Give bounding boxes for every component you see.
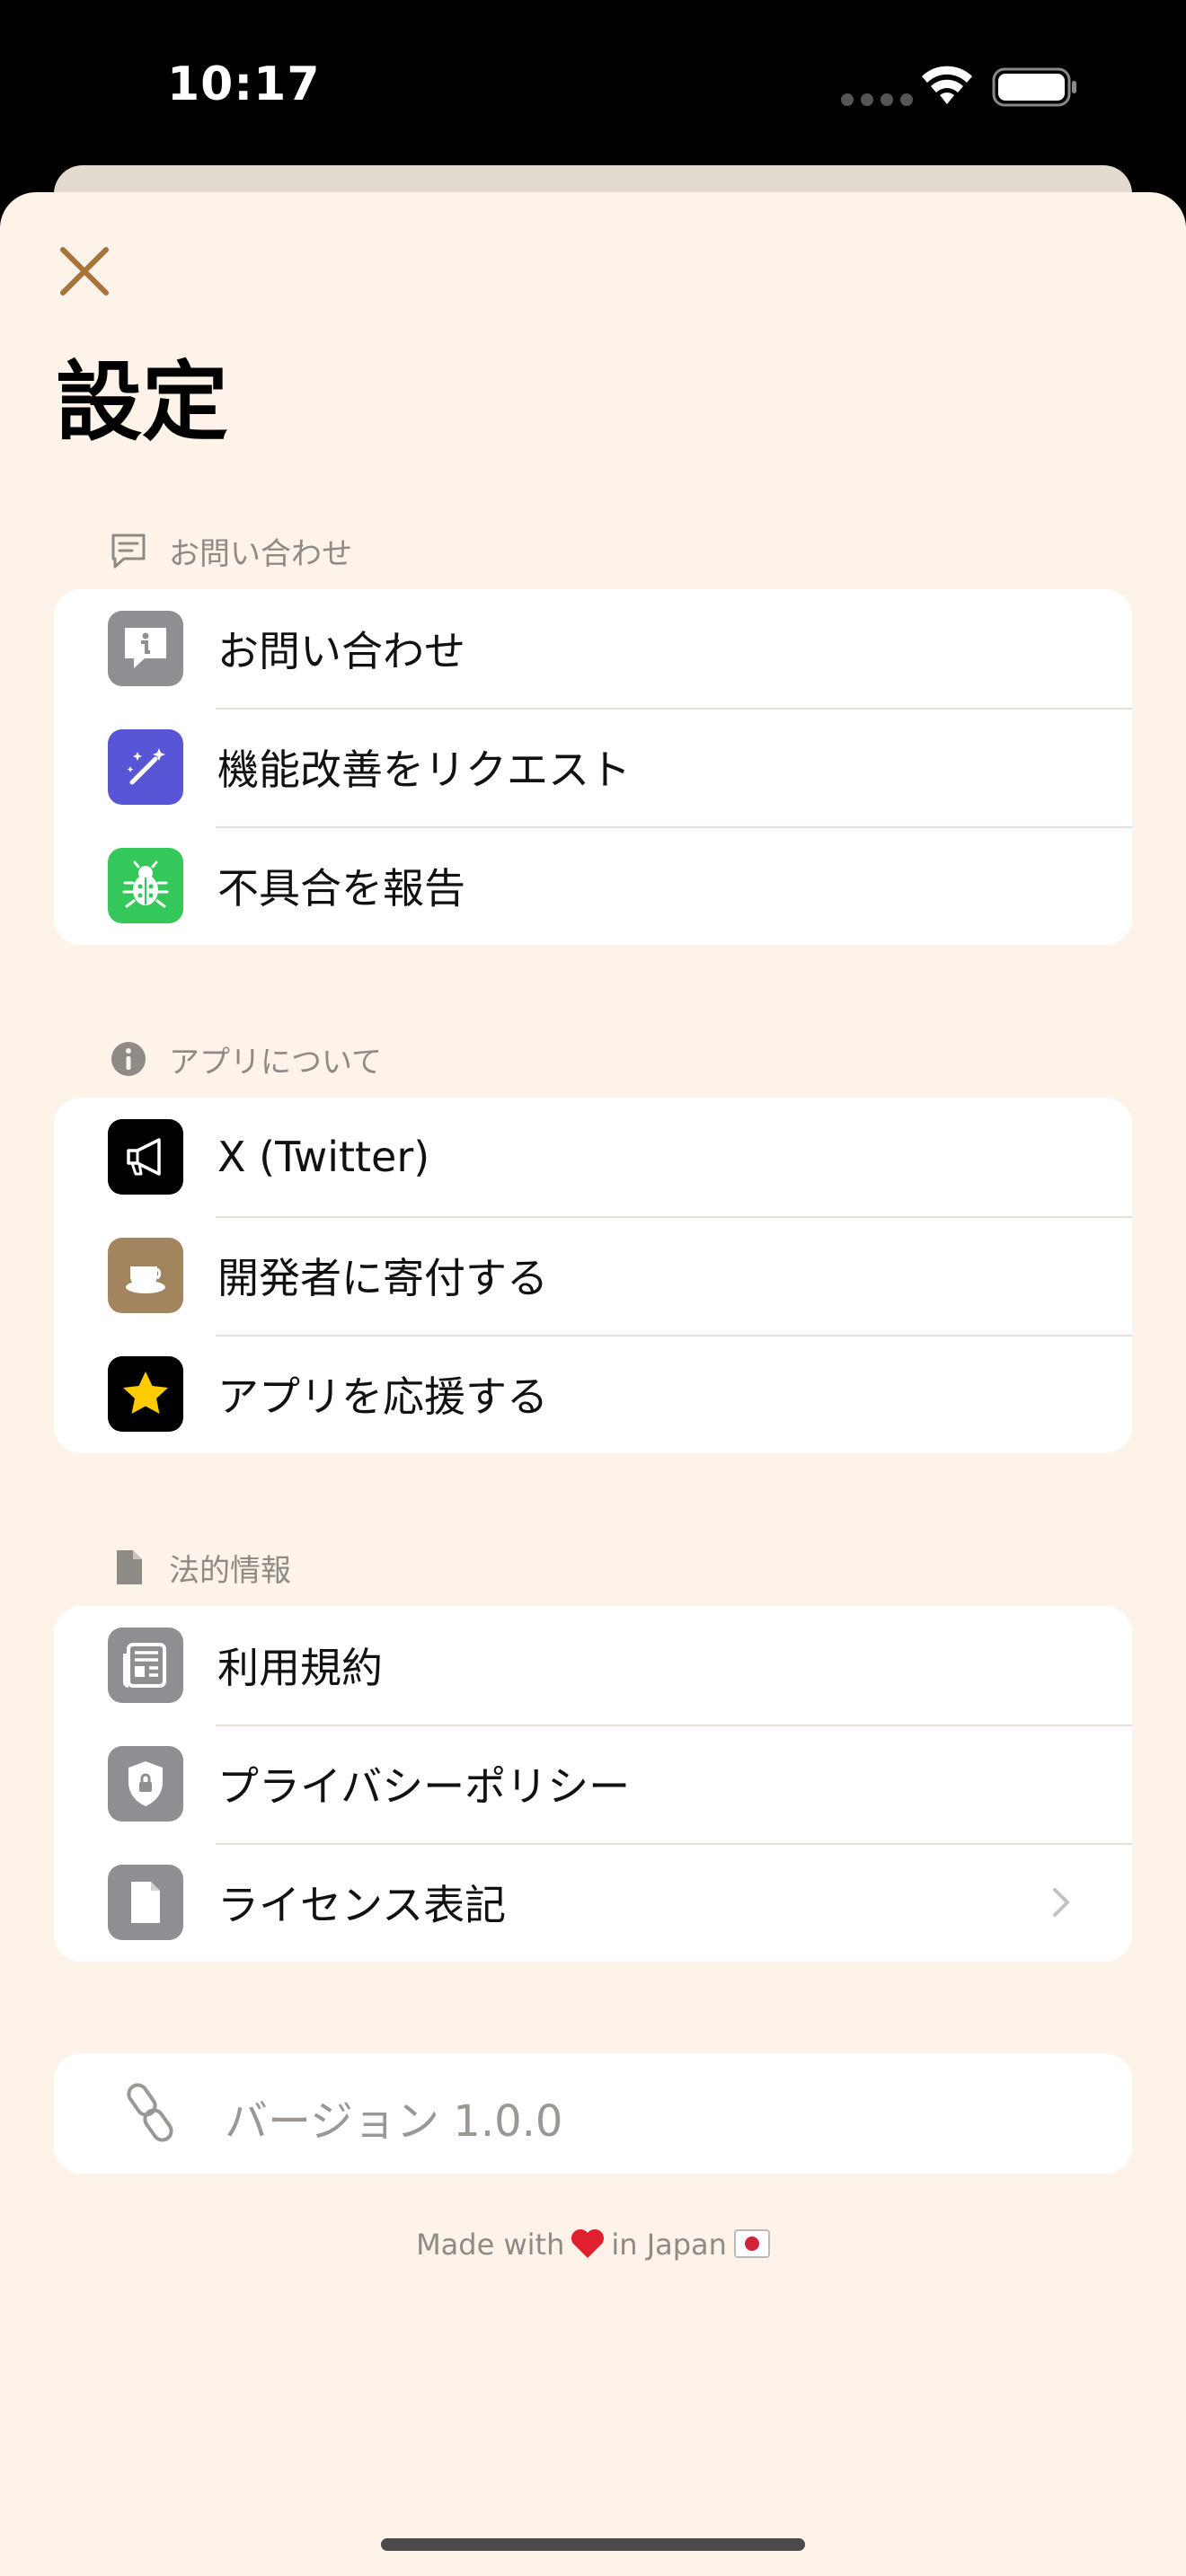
wifi-icon [922, 66, 972, 104]
shield-lock-icon [108, 1746, 183, 1822]
row-label: お問い合わせ [217, 627, 465, 675]
japan-flag-icon [733, 2229, 770, 2258]
footer-made-with: Made with in Japan [0, 2228, 1186, 2262]
row-bug-report[interactable]: 不具合を報告 [54, 826, 1132, 945]
section-header-label: アプリについて [169, 1044, 382, 1081]
row-label: 利用規約 [217, 1644, 383, 1692]
footer-prefix: Made with [416, 2228, 565, 2262]
section-header-label: お問い合わせ [169, 535, 352, 572]
cellular-signal-icon [841, 93, 913, 106]
bug-icon [108, 848, 183, 923]
about-card: X (Twitter) 開発者に寄付する アプリを応援する [54, 1098, 1132, 1453]
info-bubble-icon [108, 611, 183, 686]
magic-wand-icon [108, 729, 183, 805]
info-icon [111, 1042, 146, 1076]
row-feature-request[interactable]: 機能改善をリクエスト [54, 708, 1132, 826]
section-header-label: 法的情報 [169, 1552, 291, 1589]
contact-card: お問い合わせ 機能改善をリクエスト 不具合を報告 [54, 589, 1132, 945]
footer-suffix: in Japan [611, 2228, 727, 2262]
row-label: 開発者に寄付する [217, 1254, 548, 1302]
message-icon [111, 534, 146, 569]
status-bar: 10:17 [0, 0, 1186, 171]
link-icon [127, 2083, 173, 2142]
section-header-legal: 法的情報 [108, 1545, 291, 1590]
row-privacy-policy[interactable]: プライバシーポリシー [54, 1725, 1132, 1843]
chevron-right-icon [1053, 1888, 1069, 1917]
row-twitter[interactable]: X (Twitter) [54, 1098, 1132, 1216]
row-label: ライセンス表記 [217, 1881, 507, 1929]
document-icon [108, 1865, 183, 1940]
row-donate[interactable]: 開発者に寄付する [54, 1216, 1132, 1335]
version-card: バージョン 1.0.0 [54, 2053, 1132, 2174]
star-icon [108, 1356, 183, 1432]
row-label: X (Twitter) [217, 1133, 430, 1181]
home-indicator[interactable] [381, 2538, 805, 2551]
row-label: プライバシーポリシー [217, 1762, 631, 1811]
version-label: バージョン 1.0.0 [225, 2096, 563, 2147]
newspaper-icon [108, 1628, 183, 1703]
heart-icon [571, 2229, 605, 2258]
row-label: 機能改善をリクエスト [217, 745, 631, 794]
row-support-app[interactable]: アプリを応援する [54, 1335, 1132, 1453]
page-title: 設定 [56, 352, 228, 453]
row-label: 不具合を報告 [217, 864, 465, 913]
row-contact[interactable]: お問い合わせ [54, 589, 1132, 708]
document-icon [117, 1550, 142, 1584]
row-terms[interactable]: 利用規約 [54, 1606, 1132, 1725]
status-time: 10:17 [167, 57, 321, 111]
row-licenses[interactable]: ライセンス表記 [54, 1843, 1132, 1962]
coffee-cup-icon [108, 1238, 183, 1313]
row-label: アプリを応援する [217, 1372, 548, 1421]
section-header-contact: お問い合わせ [108, 528, 352, 573]
battery-icon [992, 67, 1076, 107]
megaphone-icon [108, 1119, 183, 1195]
legal-card: 利用規約 プライバシーポリシー ライセンス表記 [54, 1606, 1132, 1962]
section-header-about: アプリについて [108, 1037, 382, 1081]
close-button[interactable] [56, 243, 113, 300]
